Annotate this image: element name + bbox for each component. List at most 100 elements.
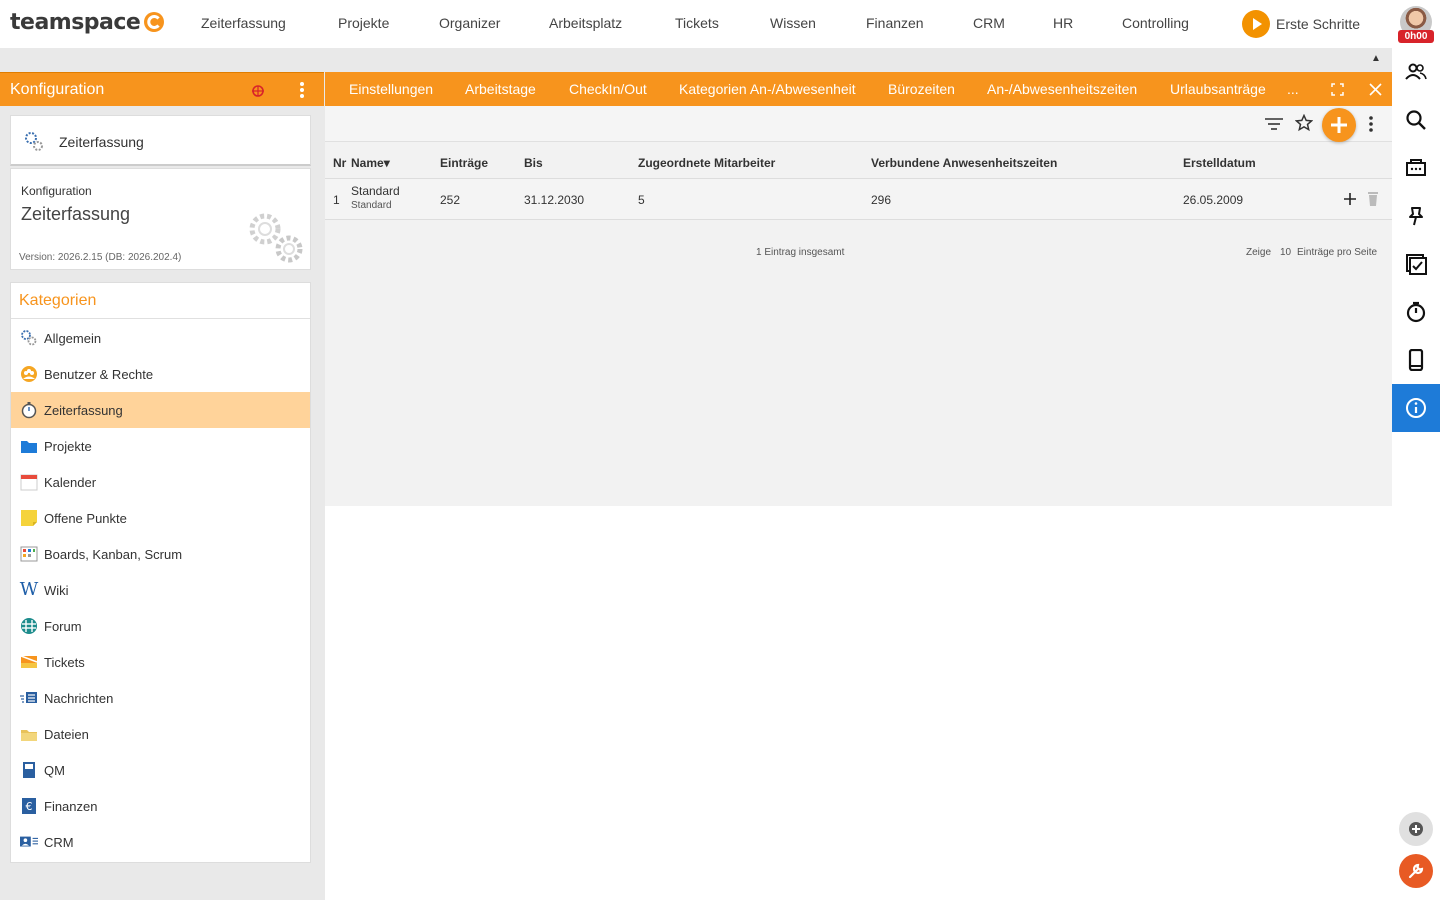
- tab-checkin-out[interactable]: CheckIn/Out: [569, 81, 647, 97]
- category-item-wiki[interactable]: W Wiki: [11, 572, 310, 608]
- panel-title: Konfiguration: [10, 81, 105, 98]
- category-item-nachrichten[interactable]: Nachrichten: [11, 680, 310, 716]
- cell-subname: Standard: [351, 200, 392, 211]
- category-item-boards[interactable]: Boards, Kanban, Scrum: [11, 536, 310, 572]
- more-vertical-icon[interactable]: [297, 81, 307, 99]
- settings-tool-button[interactable]: [1399, 854, 1433, 888]
- nav-item-crm[interactable]: CRM: [973, 15, 1005, 31]
- nav-item-projekte[interactable]: Projekte: [338, 15, 389, 31]
- add-entry-button[interactable]: [1322, 108, 1356, 142]
- nav-item-organizer[interactable]: Organizer: [439, 15, 500, 31]
- module-selector-label: Zeiterfassung: [59, 134, 144, 150]
- tab-urlaubsantraege[interactable]: Urlaubsanträge: [1170, 81, 1266, 97]
- categories-title: Kategorien: [19, 292, 97, 309]
- pin-button[interactable]: [1392, 192, 1440, 240]
- category-label: QM: [44, 762, 65, 778]
- per-page-select[interactable]: 10: [1280, 247, 1291, 258]
- files-icon: [20, 725, 38, 743]
- plus-circle-icon: [1409, 822, 1423, 836]
- table-row[interactable]: 1 Standard Standard 252 31.12.2030 5 296…: [325, 178, 1392, 220]
- close-icon[interactable]: [1369, 83, 1382, 96]
- column-header-name-label: Name: [351, 156, 384, 170]
- category-item-projekte[interactable]: Projekte: [11, 428, 310, 464]
- collapse-header-icon[interactable]: ▲: [1371, 53, 1381, 64]
- nav-item-hr[interactable]: HR: [1053, 15, 1073, 31]
- category-label: Tickets: [44, 654, 85, 670]
- column-header-verbundene-anwesenheitszeiten[interactable]: Verbundene Anwesenheitszeiten: [871, 156, 1057, 170]
- total-entries-text: 1 Eintrag insgesamt: [756, 247, 845, 258]
- filter-icon[interactable]: [1264, 116, 1284, 132]
- column-header-erstelldatum[interactable]: Erstelldatum: [1183, 156, 1256, 170]
- search-icon: [1406, 110, 1426, 130]
- trash-icon[interactable]: [1367, 191, 1379, 207]
- category-item-tickets[interactable]: Tickets: [11, 644, 310, 680]
- tab-einstellungen[interactable]: Einstellungen: [349, 81, 433, 97]
- config-tab-bar: Einstellungen Arbeitstage CheckIn/Out Ka…: [325, 72, 1392, 106]
- category-item-dateien[interactable]: Dateien: [11, 716, 310, 752]
- play-icon: [1242, 10, 1270, 38]
- mobile-button[interactable]: [1392, 336, 1440, 384]
- info-label: Konfiguration: [21, 184, 92, 198]
- gears-decoration-icon: [249, 213, 303, 263]
- per-page-label: Zeige: [1246, 247, 1272, 258]
- category-item-crm[interactable]: CRM: [11, 824, 310, 860]
- column-header-nr[interactable]: Nr: [333, 156, 346, 170]
- search-button[interactable]: [1392, 96, 1440, 144]
- column-header-name[interactable]: Name▾: [351, 156, 390, 170]
- category-label: Wiki: [44, 582, 69, 598]
- nav-item-arbeitsplatz[interactable]: Arbeitsplatz: [549, 15, 622, 31]
- users-icon: [20, 365, 38, 383]
- erste-schritte-button[interactable]: Erste Schritte: [1242, 10, 1360, 38]
- column-header-bis[interactable]: Bis: [524, 156, 543, 170]
- nav-item-tickets[interactable]: Tickets: [675, 15, 719, 31]
- more-vertical-icon[interactable]: [1367, 115, 1375, 133]
- module-info-card: Konfiguration Zeiterfassung Version: 202…: [10, 168, 311, 270]
- cell-bis: 31.12.2030: [524, 193, 585, 207]
- configuration-panel-header: Konfiguration: [0, 72, 324, 106]
- cell-eintraege: 252: [440, 193, 461, 207]
- inbox-button[interactable]: [1392, 144, 1440, 192]
- nav-item-zeiterfassung[interactable]: Zeiterfassung: [201, 15, 286, 31]
- tab-more[interactable]: ...: [1287, 81, 1299, 97]
- category-item-benutzer-rechte[interactable]: Benutzer & Rechte: [11, 356, 310, 392]
- per-page-suffix: Einträge pro Seite: [1297, 247, 1378, 258]
- people-icon: [1405, 63, 1427, 80]
- contacts-button[interactable]: [1392, 48, 1440, 96]
- tab-an-abwesenheitszeiten[interactable]: An-/Abwesenheitszeiten: [987, 81, 1137, 97]
- sticky-note-icon: [20, 509, 38, 527]
- calendar-icon: [20, 473, 38, 491]
- nav-item-controlling[interactable]: Controlling: [1122, 15, 1189, 31]
- category-item-kalender[interactable]: Kalender: [11, 464, 310, 500]
- info-title: Zeiterfassung: [21, 204, 131, 224]
- tab-buerozeiten[interactable]: Bürozeiten: [888, 81, 955, 97]
- category-item-qm[interactable]: QM: [11, 752, 310, 788]
- category-label: Benutzer & Rechte: [44, 366, 154, 382]
- nav-item-finanzen[interactable]: Finanzen: [866, 15, 924, 31]
- nav-item-wissen[interactable]: Wissen: [770, 15, 816, 31]
- timer-button[interactable]: [1392, 288, 1440, 336]
- category-item-forum[interactable]: Forum: [11, 608, 310, 644]
- teamspace-logo[interactable]: teamspace: [10, 10, 141, 35]
- tab-arbeitstage[interactable]: Arbeitstage: [465, 81, 536, 97]
- category-item-allgemein[interactable]: Allgemein: [11, 320, 310, 356]
- fullscreen-icon[interactable]: [1331, 83, 1344, 96]
- info-button[interactable]: [1392, 384, 1440, 432]
- category-item-finanzen[interactable]: € Finanzen: [11, 788, 310, 824]
- module-selector[interactable]: Zeiterfassung: [10, 115, 311, 166]
- category-item-zeiterfassung[interactable]: Zeiterfassung: [11, 392, 310, 428]
- column-header-eintraege[interactable]: Einträge: [440, 156, 488, 170]
- category-item-offene-punkte[interactable]: Offene Punkte: [11, 500, 310, 536]
- tasks-button[interactable]: [1392, 240, 1440, 288]
- category-label: Nachrichten: [44, 690, 114, 706]
- add-widget-button[interactable]: [1399, 812, 1433, 846]
- tab-kategorien-an-abwesenheit[interactable]: Kategorien An-/Abwesenheit: [679, 81, 856, 97]
- bug-icon[interactable]: [250, 82, 266, 98]
- category-label: Finanzen: [44, 798, 98, 814]
- category-label: CRM: [44, 834, 74, 850]
- star-icon[interactable]: [1295, 114, 1313, 132]
- column-header-zugeordnete-mitarbeiter[interactable]: Zugeordnete Mitarbeiter: [638, 156, 775, 170]
- add-row-icon[interactable]: [1343, 192, 1357, 206]
- folder-icon: [20, 437, 38, 455]
- timer-badge[interactable]: 0h00: [1398, 30, 1434, 43]
- main-empty-area: [325, 506, 1392, 900]
